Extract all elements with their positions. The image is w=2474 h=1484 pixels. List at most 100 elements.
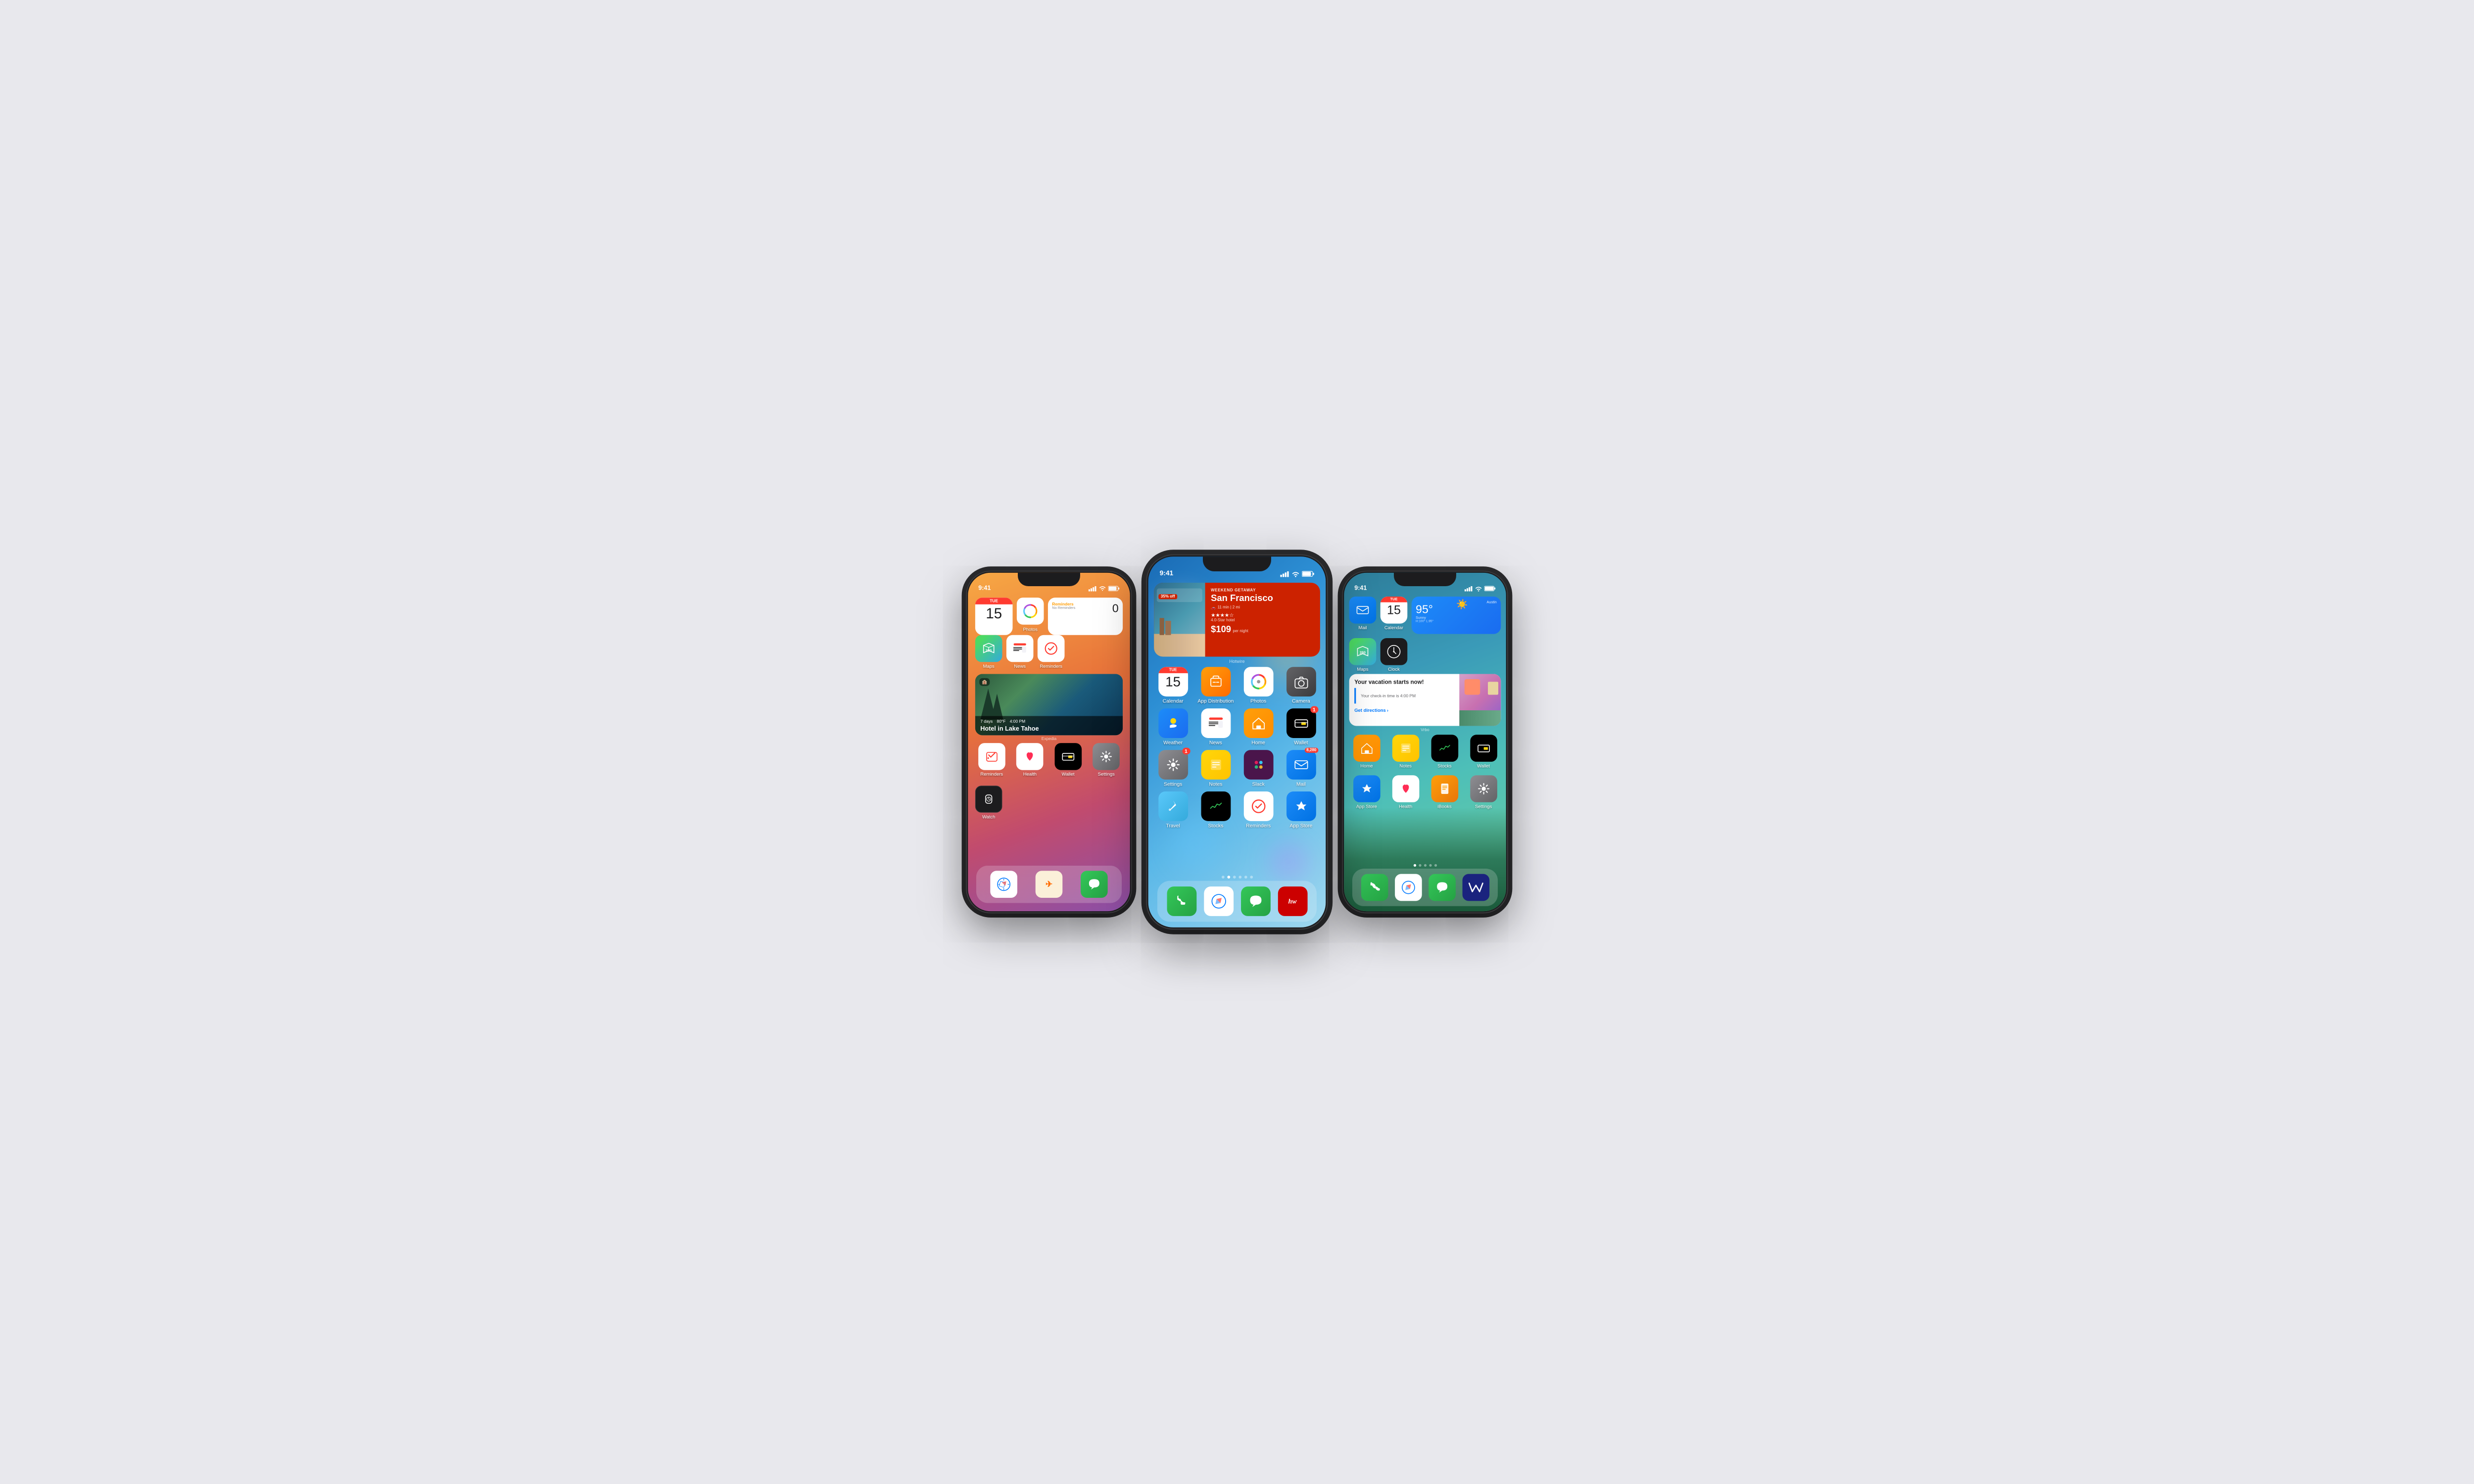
phone2-notes[interactable]: Notes: [1196, 750, 1235, 787]
phone-3: 9:41 Mail: [1342, 571, 1508, 914]
expedia-days: 7 days: [980, 719, 993, 724]
phone2-news[interactable]: News: [1196, 708, 1235, 745]
phone2-camera[interactable]: Camera: [1282, 667, 1320, 704]
phone3-top-row: Mail TUE 15 Calendar Austin 95°: [1349, 597, 1501, 634]
phone3-dot3: [1424, 864, 1426, 867]
phone3-battery: [1484, 586, 1496, 592]
phone3-calendar[interactable]: TUE 15 Calendar: [1380, 597, 1408, 634]
phone1-messages-dock[interactable]: [1081, 871, 1108, 898]
phone3-notes[interactable]: Notes: [1388, 735, 1423, 768]
phone2-settings[interactable]: 1 Settings: [1154, 750, 1192, 787]
wifi-icon: [1099, 586, 1106, 591]
phone1-expedia-widget[interactable]: 7 days 80°F 4:00 PM Hotel in Lake Tahoe …: [975, 674, 1123, 735]
phone3-status-icons: [1465, 586, 1496, 592]
phone3-cal-header: TUE: [1380, 597, 1408, 603]
phone3-maps[interactable]: 280 Maps: [1349, 638, 1377, 672]
phone2-wallet-label: Wallet: [1294, 740, 1308, 745]
phone3-settings[interactable]: Settings: [1466, 775, 1501, 809]
phone1-reminders3-label: Reminders: [980, 772, 1003, 777]
phone1-news-icon[interactable]: News: [1006, 635, 1034, 669]
hotwire-stars-label: 4.0-Star hotel: [1211, 618, 1314, 622]
dot2: [1227, 876, 1230, 879]
phone1-status-icons: [1089, 586, 1120, 592]
phone3-health-label: Health: [1399, 804, 1412, 809]
phone2-appdistr[interactable]: App Distribution: [1196, 667, 1235, 704]
phone2-travel[interactable]: Travel: [1154, 791, 1192, 829]
phone2-home[interactable]: Home: [1239, 708, 1278, 745]
phone3-clock-label: Clock: [1388, 667, 1400, 672]
phone1-maps-icon[interactable]: 280 Maps: [975, 635, 1002, 669]
expedia-footer-label: Expedia: [968, 736, 1130, 741]
phone2-wallet[interactable]: 1 Wallet: [1282, 708, 1320, 745]
hotwire-footer: Hotwire: [1148, 659, 1326, 664]
phone2-calendar[interactable]: TUE 15 Calendar: [1154, 667, 1192, 704]
phone-2: 9:41: [1146, 555, 1328, 930]
phone3-clock[interactable]: Clock: [1380, 638, 1408, 672]
reminders-subtitle: No Reminders: [1052, 606, 1075, 610]
weather-low: L:85°: [1426, 620, 1433, 623]
phone3-ibooks[interactable]: iBooks: [1427, 775, 1462, 809]
phone2-mail[interactable]: 8,280 Mail: [1282, 750, 1320, 787]
phone3-home[interactable]: Home: [1349, 735, 1384, 768]
hotwire-price-label: per night: [1233, 629, 1248, 633]
phone1-calendar-widget[interactable]: TUE 15: [975, 598, 1013, 635]
phone2-messages-dock[interactable]: [1240, 886, 1270, 916]
mail-badge: 8,280: [1305, 748, 1318, 753]
phone2-hotwire-dock[interactable]: hw: [1278, 886, 1307, 916]
phone1-watch-icon[interactable]: Watch: [975, 786, 1002, 819]
phone1-safari-dock[interactable]: [991, 871, 1018, 898]
phone2-calendar-label: Calendar: [1163, 698, 1184, 704]
phone1-reminders-icon[interactable]: Reminders: [1038, 635, 1065, 669]
hotwire-badge: 35% off: [1158, 594, 1177, 599]
phone1-wallet-icon[interactable]: Wallet: [1051, 743, 1085, 777]
phone2-hotwire-widget[interactable]: 35% off WEEKEND GETAWAY San Francisco 🚗1…: [1154, 583, 1320, 657]
phone3-row4: App Store Health iBooks: [1349, 775, 1501, 809]
phone2-weather-label: Weather: [1163, 740, 1183, 745]
phone3-mail[interactable]: Mail: [1349, 597, 1377, 634]
phone3-phone-dock[interactable]: [1361, 874, 1388, 901]
phone1-reminders-widget[interactable]: Reminders No Reminders 0: [1048, 598, 1123, 635]
phone2-phone-dock[interactable]: [1167, 886, 1196, 916]
phone3-vrbo-widget[interactable]: Your vacation starts now! Your check-in …: [1349, 674, 1501, 726]
phone3-maps-label: Maps: [1357, 667, 1368, 672]
vrbo-cta[interactable]: Get directions ›: [1354, 708, 1454, 713]
phone1-photos-icon[interactable]: [1017, 598, 1044, 625]
phone2-cal-day: 15: [1165, 675, 1181, 689]
phone2-wifi: [1291, 571, 1299, 577]
phone1-health-icon[interactable]: Health: [1013, 743, 1047, 777]
expedia-title: Hotel in Lake Tahoe: [980, 725, 1117, 732]
vrbo-title: Your vacation starts now!: [1354, 679, 1454, 686]
phone2-photos[interactable]: Photos: [1239, 667, 1278, 704]
phone1-top-row: TUE 15: [975, 598, 1123, 635]
phone1-reminders3-icon[interactable]: Reminders: [975, 743, 1008, 777]
phone2-reminders[interactable]: Reminders: [1239, 791, 1278, 829]
phone1-settings-icon[interactable]: Settings: [1090, 743, 1123, 777]
phone3-health[interactable]: Health: [1388, 775, 1423, 809]
phone3-dot5: [1434, 864, 1436, 867]
phone2-stocks[interactable]: Stocks: [1196, 791, 1235, 829]
phone3-stocks[interactable]: Stocks: [1427, 735, 1462, 768]
phone2-appstore-label: App Store: [1289, 823, 1312, 829]
hotwire-subtitle: WEEKEND GETAWAY: [1211, 589, 1314, 593]
phone3-dot1: [1413, 864, 1416, 867]
phone3-wallet-label: Wallet: [1477, 763, 1490, 769]
phone3-safari-dock[interactable]: [1395, 874, 1422, 901]
expedia-temp: 80°F: [997, 719, 1006, 724]
phone3-signal: [1465, 586, 1473, 591]
phone2-weather[interactable]: Weather: [1154, 708, 1192, 745]
phone2-appdistr-label: App Distribution: [1197, 698, 1234, 704]
phone2-stocks-label: Stocks: [1208, 823, 1223, 829]
dot3: [1233, 876, 1236, 879]
phone3-appstore[interactable]: App Store: [1349, 775, 1384, 809]
phone1-expedia-dock[interactable]: ✈: [1036, 871, 1063, 898]
phone3-weather-widget[interactable]: Austin 95° Sunny H:100° L:85° ☀️: [1412, 597, 1501, 634]
phone-1: 9:41 TUE 15: [966, 571, 1132, 914]
expedia-time: 4:00 PM: [1010, 719, 1025, 724]
phone3-messages-dock[interactable]: [1428, 874, 1456, 901]
phone2-slack[interactable]: Slack: [1239, 750, 1278, 787]
phone3-vrbo-dock[interactable]: [1462, 874, 1489, 901]
phone2-appstore[interactable]: App Store: [1282, 791, 1320, 829]
phone3-wallet[interactable]: Wallet: [1466, 735, 1501, 768]
phone2-safari-dock[interactable]: [1204, 886, 1234, 916]
phone2-notes-label: Notes: [1209, 781, 1222, 787]
